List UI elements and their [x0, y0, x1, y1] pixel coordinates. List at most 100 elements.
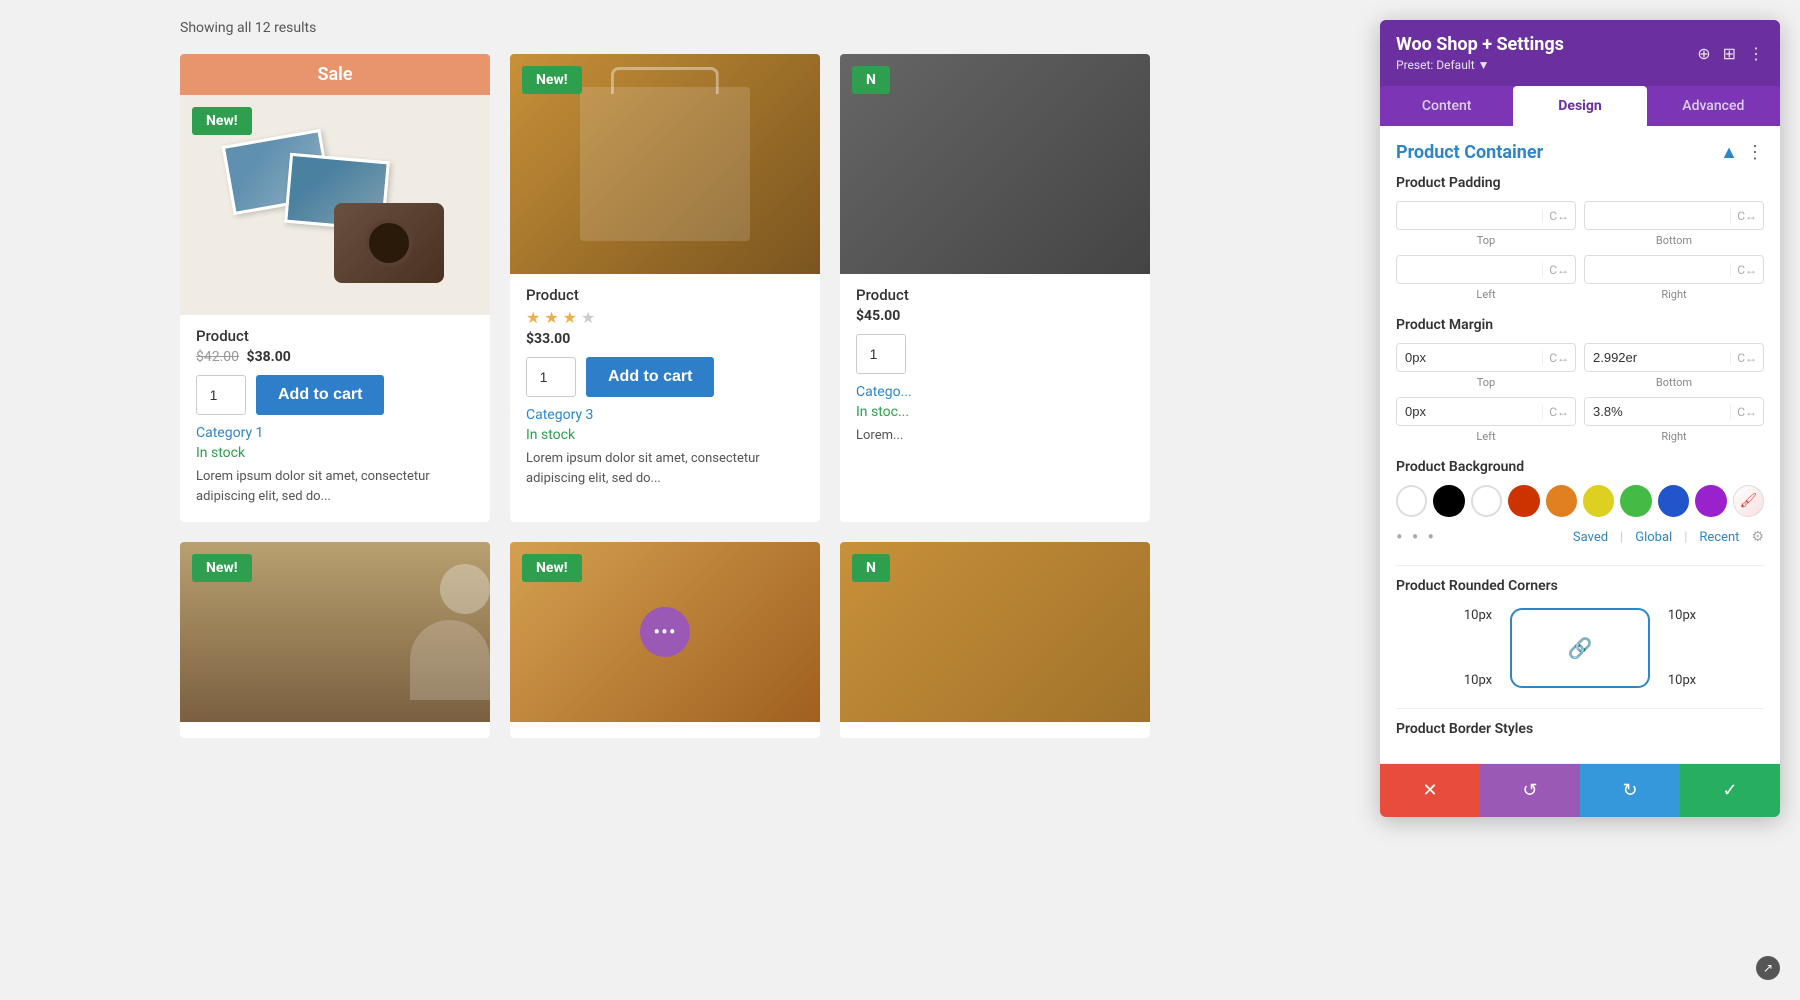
more-options-icon[interactable]: ⋮	[1748, 44, 1764, 63]
panel-title: Woo Shop + Settings	[1396, 34, 1564, 55]
product-card-2: New! Product ★ ★ ★ ★ $33.00	[510, 54, 820, 522]
product-info-3: Product $45.00	[840, 274, 1150, 324]
new-badge-6: N	[852, 554, 890, 582]
padding-left-field: C↔ Left	[1396, 255, 1576, 301]
new-badge-1: New!	[192, 107, 252, 135]
color-tab-global[interactable]: Global	[1635, 530, 1672, 545]
tab-design[interactable]: Design	[1513, 86, 1646, 126]
padding-section-title: Product Padding	[1396, 175, 1764, 191]
color-swatch-yellow[interactable]	[1583, 485, 1614, 517]
qty-input-2[interactable]	[526, 357, 576, 397]
product-card-4: New!	[180, 542, 490, 738]
add-to-cart-row-1: Add to cart	[180, 375, 490, 415]
in-stock-2: In stock	[510, 427, 820, 443]
tab-content[interactable]: Content	[1380, 86, 1513, 126]
sale-banner: Sale	[180, 54, 490, 95]
new-badge-4: New!	[192, 554, 252, 582]
star-2: ★	[544, 308, 558, 327]
product-name-2: Product	[526, 286, 804, 304]
qty-input-1[interactable]	[196, 375, 246, 415]
margin-right-input-row: C↔	[1584, 397, 1764, 426]
price-new-1: $38.00	[247, 349, 291, 365]
category-link-2[interactable]: Category 3	[510, 407, 820, 423]
more-colors-btn[interactable]: • • •	[1396, 525, 1436, 549]
person-body	[410, 620, 490, 700]
color-swatch-purple[interactable]	[1695, 485, 1726, 517]
resize-handle[interactable]: ↗	[1756, 956, 1780, 980]
product-card-inner-6: N	[840, 542, 1150, 738]
padding-top-field: C↔ Top	[1396, 201, 1576, 247]
padding-bottom-field: C↔ Bottom	[1584, 201, 1764, 247]
product-image-1: New!	[180, 95, 490, 315]
corner-bottom-left-value: 10px	[1458, 673, 1498, 688]
qty-input-3[interactable]	[856, 334, 906, 374]
add-to-cart-btn-2[interactable]: Add to cart	[586, 357, 714, 397]
product-card-inner-3: N Product $45.00 Catego... In stoc... Lo…	[840, 54, 1150, 462]
product-image-6: N	[840, 542, 1150, 722]
color-tab-recent[interactable]: Recent	[1699, 530, 1739, 545]
color-swatch-black[interactable]	[1433, 485, 1464, 517]
padding-right-label: Right	[1661, 288, 1686, 301]
in-stock-3: In stoc...	[840, 404, 1150, 420]
color-swatch-green[interactable]	[1620, 485, 1651, 517]
grid-icon[interactable]: ⊞	[1723, 44, 1736, 63]
cancel-button[interactable]: ✕	[1380, 764, 1480, 817]
padding-top-input[interactable]	[1397, 202, 1542, 229]
color-swatch-orange[interactable]	[1546, 485, 1577, 517]
category-link-1[interactable]: Category 1	[180, 425, 490, 441]
category-link-3[interactable]: Catego...	[840, 384, 1150, 400]
padding-right-link-icon: C↔	[1730, 263, 1763, 277]
divider-2	[1396, 708, 1764, 709]
corners-left: 10px 10px	[1458, 608, 1498, 688]
color-swatch-blue[interactable]	[1658, 485, 1689, 517]
product-card-inner-4: New!	[180, 542, 490, 738]
resize-icon: ↗	[1763, 961, 1773, 975]
corners-layout: 10px 10px 🔗 10px 10px	[1396, 604, 1764, 692]
section-more-btn[interactable]: ⋮	[1746, 142, 1764, 163]
color-swatch-red[interactable]	[1508, 485, 1539, 517]
in-stock-1: In stock	[180, 445, 490, 461]
save-button[interactable]: ✓	[1680, 764, 1780, 817]
color-settings-icon[interactable]: ⚙	[1751, 529, 1764, 545]
color-tab-saved[interactable]: Saved	[1573, 530, 1608, 545]
color-swatch-white[interactable]	[1396, 485, 1427, 517]
margin-right-input[interactable]	[1585, 398, 1730, 425]
product-image-3: N	[840, 54, 1150, 274]
purple-circle: •••	[640, 607, 690, 657]
products-grid-row2: New! New! •••	[180, 542, 1150, 738]
product-image-4: New!	[180, 542, 490, 722]
margin-left-label: Left	[1476, 430, 1495, 443]
price-old-1: $42.00	[196, 349, 239, 365]
margin-right-label: Right	[1661, 430, 1686, 443]
panel-title-area: Woo Shop + Settings Preset: Default ▼	[1396, 34, 1564, 72]
padding-right-input[interactable]	[1585, 256, 1730, 283]
link-icon[interactable]: 🔗	[1568, 636, 1593, 660]
undo-button[interactable]: ↺	[1480, 764, 1580, 817]
corners-right: 10px 10px	[1662, 608, 1702, 688]
product-price-1: $42.00 $38.00	[196, 349, 474, 365]
star-1: ★	[526, 308, 540, 327]
color-paint-icon[interactable]: 🖌	[1733, 485, 1764, 517]
product-card-inner: New! Product $42.00 $38.00	[180, 95, 490, 522]
padding-right-field: C↔ Right	[1584, 255, 1764, 301]
target-icon[interactable]: ⊕	[1697, 44, 1710, 63]
margin-top-input[interactable]	[1397, 344, 1542, 371]
add-to-cart-btn-1[interactable]: Add to cart	[256, 375, 384, 415]
padding-left-input-row: C↔	[1396, 255, 1576, 284]
padding-bottom-input-row: C↔	[1584, 201, 1764, 230]
color-swatch-white2[interactable]	[1471, 485, 1502, 517]
product-card-6: N	[840, 542, 1150, 738]
margin-left-input[interactable]	[1397, 398, 1542, 425]
margin-right-field: C↔ Right	[1584, 397, 1764, 443]
redo-button[interactable]: ↻	[1580, 764, 1680, 817]
tab-advanced[interactable]: Advanced	[1647, 86, 1780, 126]
padding-bottom-input[interactable]	[1585, 202, 1730, 229]
padding-left-input[interactable]	[1397, 256, 1542, 283]
padding-top-link-icon: C↔	[1542, 209, 1575, 223]
panel-header: Woo Shop + Settings Preset: Default ▼ ⊕ …	[1380, 20, 1780, 86]
collapse-btn[interactable]: ▲	[1720, 142, 1738, 163]
margin-top-input-row: C↔	[1396, 343, 1576, 372]
new-badge-3: N	[852, 66, 890, 94]
margin-bottom-input[interactable]	[1585, 344, 1730, 371]
margin-bottom-link-icon: C↔	[1730, 351, 1763, 365]
